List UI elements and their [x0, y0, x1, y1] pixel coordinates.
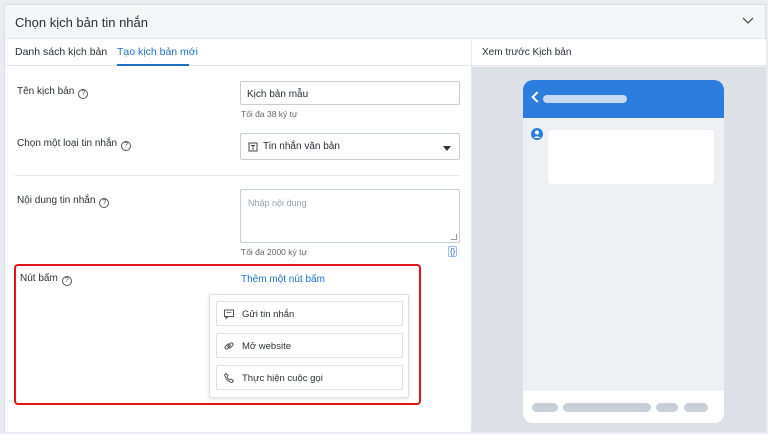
divider — [15, 175, 460, 176]
script-name-input[interactable]: Kịch bản mẫu — [240, 81, 460, 105]
help-icon[interactable]: ? — [121, 141, 132, 151]
name-label: Tên kịch bản? — [17, 86, 89, 99]
message-script-panel: Chọn kịch bản tin nhắn Danh sách kịch bả… — [4, 4, 766, 432]
preview-panel: Xem trước Kịch bản — [471, 40, 766, 432]
active-tab-indicator — [117, 64, 189, 66]
caret-down-icon — [443, 146, 451, 151]
type-label: Chọn một loại tin nhắn? — [17, 138, 132, 151]
tab-script-list[interactable]: Danh sách kịch bản — [15, 46, 107, 58]
message-bubble — [548, 130, 714, 184]
content-hint: Tối đa 2000 ký tự — [241, 247, 308, 257]
placeholder-bar — [543, 95, 627, 103]
preview-header: Xem trước Kịch bản — [472, 40, 766, 66]
name-hint: Tối đa 38 ký tự — [241, 109, 298, 119]
phone-header — [523, 80, 724, 118]
phone-footer — [523, 391, 724, 423]
text-message-icon — [248, 142, 258, 152]
panel-header[interactable]: Chọn kịch bản tin nhắn — [5, 5, 765, 39]
placeholder-pill — [684, 403, 708, 412]
help-icon[interactable]: ? — [99, 198, 110, 208]
phone-mockup — [523, 80, 724, 423]
avatar-icon — [531, 128, 543, 140]
message-type-select[interactable]: Tin nhắn văn bản — [240, 133, 460, 160]
phone-icon — [223, 372, 235, 384]
back-arrow-icon — [531, 91, 543, 103]
tab-create-script[interactable]: Tạo kịch bản mới — [117, 46, 198, 58]
menu-item-make-call[interactable]: Thực hiện cuộc gọi — [216, 365, 403, 390]
message-content-textarea[interactable]: Nhập nội dung — [240, 189, 460, 243]
menu-item-send-message[interactable]: Gửi tin nhắn — [216, 301, 403, 326]
code-icon[interactable]: {} — [448, 246, 458, 257]
help-icon[interactable]: ? — [78, 89, 89, 99]
chevron-down-icon[interactable] — [741, 14, 755, 28]
message-icon — [224, 309, 234, 320]
placeholder-pill — [532, 403, 558, 412]
button-type-menu: Gửi tin nhắn Mở website Thực hiện cuộc g… — [209, 294, 409, 398]
preview-canvas — [472, 67, 766, 432]
menu-item-open-website[interactable]: Mở website — [216, 333, 403, 358]
link-icon — [224, 342, 234, 350]
preview-title: Xem trước Kịch bản — [482, 47, 572, 58]
resize-handle[interactable] — [451, 234, 457, 240]
tab-bar: Danh sách kịch bản Tạo kịch bản mới — [5, 40, 470, 66]
panel-title: Chọn kịch bản tin nhắn — [15, 15, 148, 30]
content-label: Nội dung tin nhắn? — [17, 195, 110, 208]
placeholder-pill — [563, 403, 651, 412]
chat-area — [523, 118, 724, 423]
add-button-link[interactable]: Thêm một nút bấm — [241, 274, 325, 285]
placeholder-pill — [656, 403, 678, 412]
